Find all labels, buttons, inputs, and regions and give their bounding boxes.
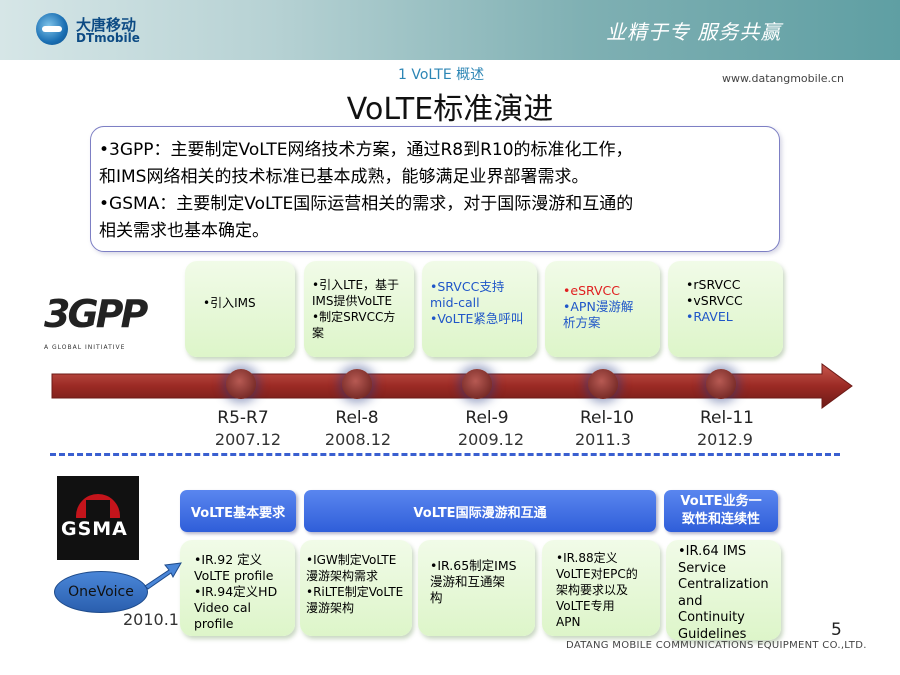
release-box-rel-9: •SRVCC支持 mid-call •VoLTE紧急呼叫 (422, 261, 537, 357)
doc-item: 漫游和互通架 (430, 574, 506, 589)
doc-item: Centralization (678, 577, 769, 592)
doc-item: and (678, 593, 703, 609)
gsma-doc-box: •IR.92 定义 VoLTE profile •IR.94定义HD Video… (180, 540, 295, 636)
gsma-logo-text: GSMA (61, 518, 128, 540)
release-item: •APN漫游解 (563, 299, 634, 314)
doc-item: •IR.92 定义 (194, 552, 263, 567)
release-item: 案 (312, 326, 325, 340)
doc-item: Service (678, 560, 727, 576)
doc-item: •RiLTE制定VoLTE (306, 585, 404, 599)
gsma-logo: GSMA (57, 476, 139, 560)
release-date: 2011.3 (575, 430, 631, 449)
release-item: •引入IMS (203, 296, 256, 310)
release-item: •SRVCC支持 (430, 279, 505, 294)
release-item: •引入LTE，基于 (312, 278, 400, 292)
gsma-doc-box: •IGW制定VoLTE 漫游架构需求 •RiLTE制定VoLTE 漫游架构 (300, 540, 412, 636)
onevoice-label: OneVoice (68, 584, 134, 600)
summary-line: •3GPP：主要制定VoLTE网络技术方案，通过R8到R10的标准化工作， (99, 140, 633, 160)
summary-line: •GSMA：主要制定VoLTE国际运营相关的需求，对于国际漫游和互通的 (99, 194, 634, 214)
timeline-node-rel-11 (706, 369, 736, 399)
gsma-signal-icon (76, 494, 120, 518)
3gpp-logo-mark: 3GPP (44, 292, 148, 336)
section-divider (50, 453, 840, 456)
timeline-node-r5-r7 (226, 369, 256, 399)
release-item: 析方案 (563, 315, 601, 330)
release-box-rel-11: •rSRVCC •vSRVCC •RAVEL (668, 261, 783, 357)
logo-english-name: DTmobile (76, 31, 140, 45)
summary-line: 相关需求也基本确定。 (99, 221, 269, 241)
release-item: •制定SRVCC方 (312, 310, 396, 324)
page-number: 5 (831, 620, 842, 640)
doc-item: •IR.65制定IMS (430, 558, 517, 573)
release-item: •rSRVCC (686, 277, 741, 292)
release-item: •VoLTE紧急呼叫 (430, 311, 524, 326)
3gpp-logo: 3GPP A GLOBAL INITIATIVE (44, 292, 154, 362)
release-label: Rel-10 (580, 408, 634, 428)
release-date: 2007.12 (214, 430, 282, 449)
release-label: Rel-11 (700, 408, 754, 428)
release-box-rel-8: •引入LTE，基于 IMS提供VoLTE •制定SRVCC方 案 (304, 261, 414, 357)
3gpp-logo-tagline: A GLOBAL INITIATIVE (44, 344, 126, 351)
release-date: 2009.12 (457, 430, 525, 449)
release-item: IMS提供VoLTE (312, 294, 393, 308)
company-logo-icon (36, 13, 68, 45)
release-item: •RAVEL (686, 309, 733, 324)
timeline-node-rel-10 (588, 369, 618, 399)
gsma-doc-box: •IR.65制定IMS 漫游和互通架 构 (418, 540, 535, 636)
summary-line: 和IMS网络相关的技术标准已基本成熟，能够满足业界部署需求。 (99, 167, 589, 187)
doc-item: VoLTE专用 (556, 599, 615, 613)
doc-item: Continuity (678, 610, 745, 625)
timeline-node-rel-8 (342, 369, 372, 399)
doc-item: VoLTE对EPC的 (556, 567, 638, 581)
release-label: Rel-8 (335, 408, 379, 428)
doc-item: profile (194, 616, 234, 631)
release-item: mid-call (430, 295, 480, 310)
slogan: 业精于专 服务共赢 (606, 20, 782, 44)
gsma-category-continuity: VoLTE业务一致性和连续性 (664, 490, 778, 532)
gsma-category-roaming: VoLTE国际漫游和互通 (304, 490, 656, 532)
doc-item: •IR.88定义 (556, 551, 618, 565)
page-title: VoLTE标准演进 (346, 92, 554, 127)
onevoice-ellipse: OneVoice (54, 571, 148, 613)
onevoice-arrow-icon (144, 562, 182, 590)
footer-company: DATANG MOBILE COMMUNICATIONS EQUIPMENT C… (566, 640, 867, 651)
release-item: •eSRVCC (563, 283, 621, 298)
onevoice-year: 2010.1 (123, 610, 179, 629)
release-item: •vSRVCC (686, 293, 743, 308)
section-label: 1 VoLTE 概述 (398, 67, 485, 83)
doc-item: 漫游架构需求 (306, 569, 379, 583)
release-label: R5-R7 (217, 408, 269, 428)
doc-item: VoLTE profile (194, 568, 274, 583)
release-label: Rel-9 (465, 408, 509, 428)
doc-item: 构 (430, 590, 443, 605)
doc-item: •IGW制定VoLTE (306, 553, 397, 567)
doc-item: •IR.64 IMS (678, 544, 747, 559)
release-box-r5-r7: •引入IMS (185, 261, 295, 357)
doc-item: •IR.94定义HD (194, 584, 278, 599)
doc-item: Video cal (194, 600, 252, 615)
gsma-doc-box: •IR.64 IMS Service Centralization and Co… (666, 540, 781, 642)
release-date: 2008.12 (324, 430, 392, 449)
timeline-node-rel-9 (462, 369, 492, 399)
doc-item: 架构要求以及 (556, 583, 629, 597)
release-box-rel-10: •eSRVCC •APN漫游解 析方案 (545, 261, 660, 357)
release-date: 2012.9 (697, 430, 753, 449)
gsma-category-basic: VoLTE基本要求 (180, 490, 296, 532)
doc-item: APN (556, 615, 581, 629)
gsma-doc-box: •IR.88定义 VoLTE对EPC的 架构要求以及 VoLTE专用 APN (542, 540, 660, 636)
doc-item: 漫游架构 (306, 601, 355, 615)
summary-box: •3GPP：主要制定VoLTE网络技术方案，通过R8到R10的标准化工作， 和I… (90, 126, 780, 252)
